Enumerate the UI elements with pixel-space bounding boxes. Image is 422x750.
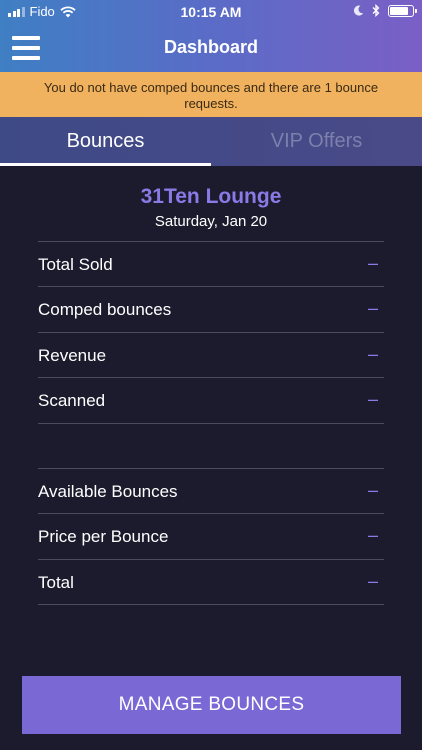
stat-label: Revenue [38,346,107,365]
manage-bounces-button[interactable]: MANAGE BOUNCES [22,676,401,734]
battery-icon [388,4,417,17]
alert-message: You do not have comped bounces and there… [43,80,379,111]
stat-row-available-bounces: Available Bounces – [38,469,384,514]
stat-value: – [367,344,378,364]
stat-value: – [367,389,378,409]
stat-label: Scanned [38,391,106,410]
stat-row-total: Total – [38,560,384,605]
stat-label: Comped bounces [38,300,172,319]
stat-row-comped-bounces: Comped bounces – [38,287,384,332]
tab-bounces[interactable]: Bounces [0,117,211,166]
tab-vip-offers[interactable]: VIP Offers [211,117,422,166]
venue-name: 31Ten Lounge [140,185,282,208]
stat-value: – [367,253,378,273]
active-tab-indicator [0,163,211,166]
stat-label: Total Sold [38,255,113,274]
stat-row-revenue: Revenue – [38,333,384,378]
divider [38,423,384,424]
bluetooth-icon [372,4,380,17]
divider [38,604,384,605]
event-date: Saturday, Jan 20 [154,213,268,230]
nav-bar: Dashboard [0,24,422,72]
stat-label: Available Bounces [38,482,178,501]
stat-label: Price per Bounce [38,527,169,546]
stat-row-total-sold: Total Sold – [38,242,384,287]
stat-label: Total [38,573,74,592]
stat-value: – [367,298,378,318]
stat-row-scanned: Scanned – [38,378,384,423]
moon-icon [353,5,364,16]
stat-value: – [367,525,378,545]
app-header: Fido 10:15 AM Dashboard [0,0,422,72]
status-right [353,4,417,17]
bounce-request-alert: You do not have comped bounces and there… [0,72,422,117]
tab-bar: Bounces VIP Offers [0,117,422,166]
status-bar: Fido 10:15 AM [0,0,422,24]
stat-value: – [367,480,378,500]
stat-value: – [367,571,378,591]
stat-row-price-per-bounce: Price per Bounce – [38,514,384,559]
page-title: Dashboard [163,37,259,57]
